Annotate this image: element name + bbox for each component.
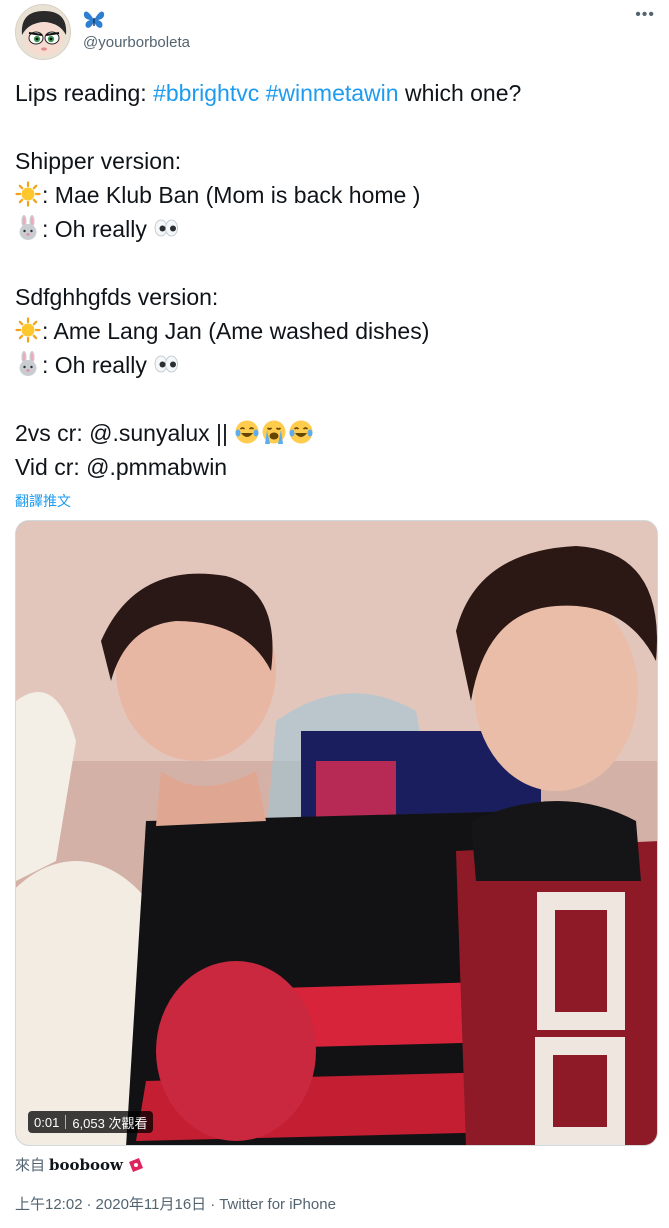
- tweet-header: @yourborboleta •••: [15, 4, 655, 60]
- eyes-icon: [153, 351, 179, 377]
- credit-line-2: Vid cr: @.pmmabwin: [15, 454, 228, 480]
- more-options-icon[interactable]: •••: [635, 6, 655, 24]
- shipper-rabbit-text: : Oh really: [42, 216, 154, 242]
- sdf-sun-line: : Ame Lang Jan (Ame washed dishes): [15, 314, 655, 348]
- sob-icon: [261, 419, 287, 445]
- credit-1-text: 2vs cr: @.sunyalux ||: [15, 420, 235, 446]
- intro-text: Lips reading:: [15, 80, 154, 106]
- shipper-rabbit-line: : Oh really: [15, 212, 655, 246]
- author-handle[interactable]: @yourborboleta: [83, 34, 190, 51]
- video-frame: [16, 521, 657, 1145]
- intro-suffix: which one?: [398, 80, 522, 106]
- translate-tweet-link[interactable]: 翻譯推文: [15, 491, 71, 511]
- video-elapsed-time: 0:01: [34, 1114, 60, 1130]
- source-app-link[interactable]: booboow: [49, 1156, 123, 1174]
- tweet-date[interactable]: 2020年11月16日: [96, 1196, 207, 1213]
- meta-separator: ·: [210, 1196, 216, 1213]
- rabbit-icon: [15, 215, 41, 241]
- meta-separator: ·: [86, 1196, 92, 1213]
- tweet-time[interactable]: 上午12:02: [15, 1196, 83, 1213]
- sdf-rabbit-text: : Oh really: [42, 352, 154, 378]
- joy-icon: [288, 419, 314, 445]
- tweet-source: 來自 booboow: [15, 1154, 145, 1175]
- tweet-client[interactable]: Twitter for iPhone: [219, 1196, 336, 1213]
- video-player[interactable]: 0:01 6,053 次觀看: [15, 520, 658, 1146]
- video-view-count: 6,053 次觀看: [72, 1115, 148, 1131]
- sdf-rabbit-line: : Oh really: [15, 348, 655, 382]
- sdf-heading: Sdfghhgfds version:: [15, 284, 219, 310]
- tweet-meta: 上午12:02 · 2020年11月16日 · Twitter for iPhone: [15, 1193, 336, 1214]
- tweet-line-intro: Lips reading: #bbrightvc #winmetawin whi…: [15, 76, 655, 110]
- shipper-heading: Shipper version:: [15, 148, 182, 174]
- hashtag-bbrightvc[interactable]: #bbrightvc: [153, 80, 259, 106]
- rabbit-icon: [15, 351, 41, 377]
- sdf-sun-text: : Ame Lang Jan (Ame washed dishes): [42, 318, 430, 344]
- avatar[interactable]: [15, 4, 71, 60]
- tweet-text: Lips reading: #bbrightvc #winmetawin whi…: [15, 76, 655, 484]
- sun-icon: [15, 317, 41, 343]
- video-status-pill: 0:01 6,053 次觀看: [28, 1111, 154, 1133]
- ticket-icon: [128, 1157, 143, 1172]
- butterfly-icon: [83, 11, 105, 28]
- joy-icon: [234, 419, 260, 445]
- source-prefix: 來自: [15, 1157, 46, 1174]
- shipper-sun-line: : Mae Klub Ban (Mom is back home ): [15, 178, 655, 212]
- sun-icon: [15, 181, 41, 207]
- powerpuff-avatar-icon: [16, 5, 70, 59]
- shipper-sun-text: : Mae Klub Ban (Mom is back home ): [42, 182, 421, 208]
- hashtag-winmetawin[interactable]: #winmetawin: [266, 80, 399, 106]
- eyes-icon: [153, 215, 179, 241]
- credit-line-1: 2vs cr: @.sunyalux ||: [15, 416, 655, 450]
